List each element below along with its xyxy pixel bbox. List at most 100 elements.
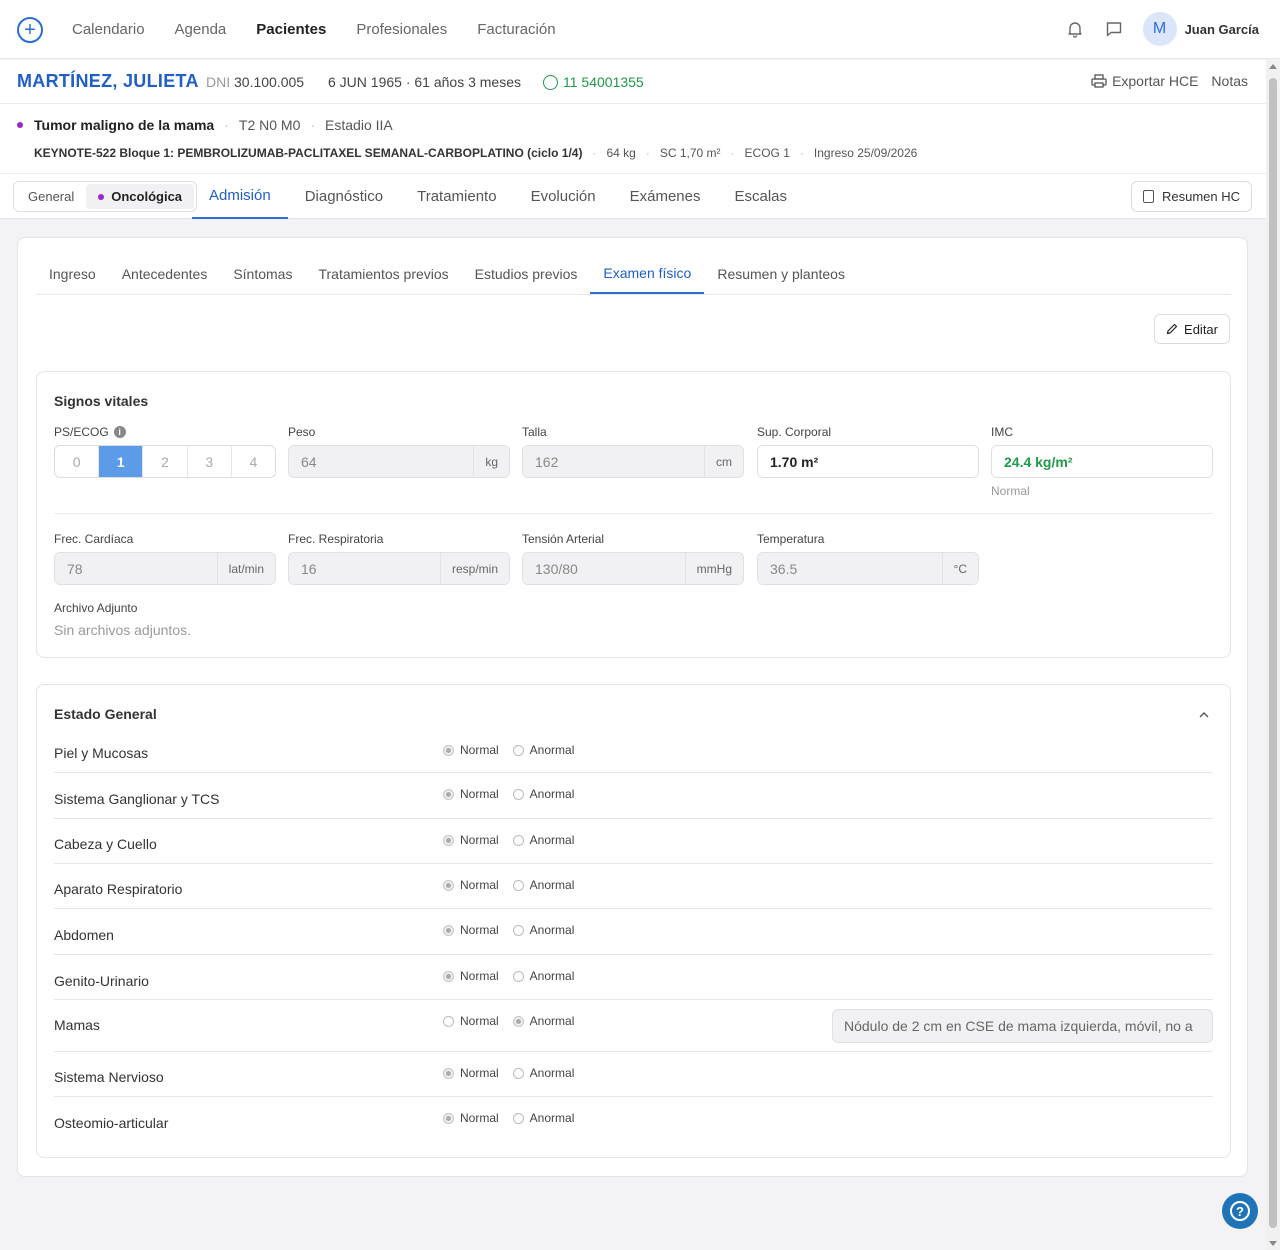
temp-input[interactable]: 36.5 °C [757,552,979,585]
radio-anormal[interactable]: Anormal [512,1066,574,1080]
tab-admision[interactable]: Admisión [192,174,288,219]
top-navigation: + Calendario Agenda Pacientes Profesiona… [0,0,1280,59]
help-button[interactable]: ? [1222,1193,1258,1229]
chevron-up-icon[interactable] [1198,709,1210,721]
user-name[interactable]: Juan García [1185,22,1259,37]
tab-tratamiento[interactable]: Tratamiento [400,174,513,219]
nav-link-facturacion[interactable]: Facturación [477,21,555,38]
chat-icon[interactable] [1104,19,1124,39]
radio-anormal[interactable]: Anormal [512,923,574,937]
radio-normal[interactable]: Normal [443,833,499,847]
radio-normal[interactable]: Normal [443,743,499,757]
radio-normal[interactable]: Normal [443,1014,499,1028]
tab-diagnostico[interactable]: Diagnóstico [288,174,400,219]
page-scrollbar[interactable] [1266,60,1280,1250]
radio-group: Normal Anormal [443,1014,588,1028]
mamas-note-input[interactable]: Nódulo de 2 cm en CSE de mama izquierda,… [832,1009,1213,1043]
fr-input[interactable]: 16 resp/min [288,552,510,585]
radio-anormal[interactable]: Anormal [512,969,574,983]
vitals-title: Signos vitales [54,393,149,409]
radio-anormal[interactable]: Anormal [512,833,574,847]
subtab-examen-fisico[interactable]: Examen físico [590,253,705,294]
nav-link-profesionales[interactable]: Profesionales [356,21,447,38]
temp-field: Temperatura 36.5 °C [757,532,979,585]
temp-value: 36.5 [758,553,942,584]
radio-group: Normal Anormal [443,969,588,983]
row-label: Genito-Urinario [54,973,149,989]
subtab-ingreso[interactable]: Ingreso [36,253,109,294]
radio-anormal[interactable]: Anormal [512,787,574,801]
toggle-general[interactable]: General [16,184,86,209]
ecog-option-3[interactable]: 3 [188,446,232,477]
printer-icon [1091,74,1107,88]
exam-row-ganglionar: Sistema Ganglionar y TCS Normal Anormal [54,773,1213,819]
row-label: Osteomio-articular [54,1115,169,1131]
row-label: Cabeza y Cuello [54,836,157,852]
notes-button[interactable]: Notas [1211,73,1248,89]
ecog-label: PS/ECOG [54,425,109,439]
fr-label: Frec. Respiratoria [288,532,384,546]
radio-anormal[interactable]: Anormal [512,743,574,757]
scroll-down-icon[interactable] [1269,1241,1277,1246]
tab-examenes[interactable]: Exámenes [613,174,718,219]
radio-anormal[interactable]: Anormal [512,878,574,892]
tab-evolucion[interactable]: Evolución [514,174,613,219]
fc-input[interactable]: 78 lat/min [54,552,276,585]
nav-link-pacientes[interactable]: Pacientes [256,21,326,38]
ecog-option-2[interactable]: 2 [143,446,188,477]
fc-field: Frec. Cardíaca 78 lat/min [54,532,276,585]
radio-anormal[interactable]: Anormal [512,1111,574,1125]
avatar[interactable]: M [1142,12,1177,46]
imc-label: IMC [991,425,1013,439]
main-tabs: Admisión Diagnóstico Tratamiento Evoluci… [192,174,804,219]
subtab-tratamientos-previos[interactable]: Tratamientos previos [305,253,461,294]
ecog-option-1[interactable]: 1 [99,446,144,477]
ecog-option-0[interactable]: 0 [55,446,100,477]
scroll-up-icon[interactable] [1269,64,1277,69]
talla-field: Talla 162 cm [522,425,744,478]
patient-phone[interactable]: 11 54001355 [543,74,644,90]
subtab-resumen-planteos[interactable]: Resumen y planteos [704,253,858,294]
fc-value: 78 [55,553,217,584]
subtab-estudios-previos[interactable]: Estudios previos [462,253,591,294]
radio-normal[interactable]: Normal [443,969,499,983]
fr-field: Frec. Respiratoria 16 resp/min [288,532,510,585]
peso-input[interactable]: 64 kg [288,445,510,478]
exam-row-osteomio: Osteomio-articular Normal Anormal [54,1097,1213,1143]
exam-row-cabeza: Cabeza y Cuello Normal Anormal [54,819,1213,864]
radio-normal[interactable]: Normal [443,1066,499,1080]
subtab-antecedentes[interactable]: Antecedentes [109,253,221,294]
bell-icon[interactable] [1065,19,1085,39]
export-hce-button[interactable]: Exportar HCE [1112,73,1198,89]
diagnosis-title: Tumor maligno de la mama [34,117,215,133]
fr-unit: resp/min [439,553,509,584]
radio-normal[interactable]: Normal [443,787,499,801]
nav-link-calendario[interactable]: Calendario [72,21,145,38]
temp-label: Temperatura [757,532,825,546]
resumen-hc-button[interactable]: Resumen HC [1130,181,1252,212]
radio-group: Normal Anormal [443,743,588,757]
ta-field: Tensión Arterial 130/80 mmHg [522,532,744,585]
subtab-sintomas[interactable]: Síntomas [220,253,305,294]
ecog-option-4[interactable]: 4 [232,446,275,477]
sup-corporal-value: 1.70 m² [758,446,978,477]
radio-group: Normal Anormal [443,1111,588,1125]
toggle-oncologica[interactable]: Oncológica [86,184,195,209]
scrollbar-thumb[interactable] [1269,78,1277,1228]
radio-normal[interactable]: Normal [443,1111,499,1125]
add-plus-icon[interactable]: + [17,17,43,43]
radio-group: Normal Anormal [443,787,588,801]
tab-escalas[interactable]: Escalas [718,174,805,219]
talla-input[interactable]: 162 cm [522,445,744,478]
exam-row-genito: Genito-Urinario Normal Anormal [54,955,1213,1000]
sup-corporal-label: Sup. Corporal [757,425,832,439]
info-icon[interactable]: i [113,426,126,438]
imc-display: 24.4 kg/m² [991,445,1213,478]
ta-input[interactable]: 130/80 mmHg [522,552,744,585]
patient-actions: Exportar HCE Notas [1091,73,1248,89]
radio-normal[interactable]: Normal [443,878,499,892]
edit-button[interactable]: Editar [1154,314,1230,344]
radio-normal[interactable]: Normal [443,923,499,937]
radio-anormal[interactable]: Anormal [512,1014,574,1028]
nav-link-agenda[interactable]: Agenda [175,21,227,38]
